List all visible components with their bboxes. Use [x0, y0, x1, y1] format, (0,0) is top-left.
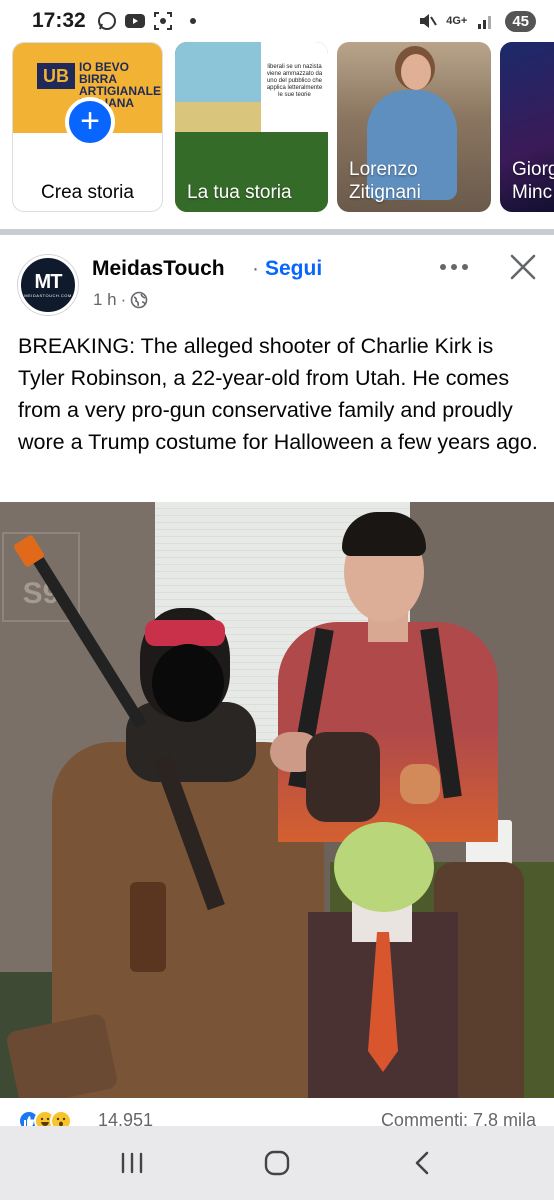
status-time: 17:32: [32, 9, 86, 32]
create-story-card[interactable]: UB IO BEVO BIRRA ARTIGIANALE ITALIANA + …: [12, 42, 163, 212]
follow-button[interactable]: · Segui: [252, 257, 322, 281]
back-icon[interactable]: [402, 1143, 442, 1183]
author-avatar[interactable]: MT MEIDASTOUCH.COM: [18, 255, 78, 315]
story-lorenzo-label: Lorenzo Zitignani: [349, 159, 421, 203]
more-notifications-dot: [189, 18, 196, 24]
whatsapp-icon: [96, 11, 118, 31]
story-thumbnail-note: liberali se un nazista viene ammazzato d…: [261, 42, 328, 132]
story-giorg-label: Giorg Minc: [512, 159, 554, 203]
battery-level: 45: [505, 10, 536, 32]
add-story-button[interactable]: +: [65, 97, 115, 147]
feed-divider: [0, 229, 554, 235]
photo-face-blur: [152, 644, 224, 722]
post-author-name[interactable]: MeidasTouch: [92, 257, 225, 281]
screenshot-icon: [152, 11, 174, 31]
post-meta: 1 h ·: [93, 290, 148, 310]
story-thumbnail-sand: [175, 102, 261, 132]
story-card-giorg[interactable]: Giorg Minc: [500, 42, 554, 212]
youtube-icon: [124, 11, 146, 31]
story-person-face: [401, 54, 431, 90]
ub-logo: UB: [37, 63, 75, 89]
story-card-lorenzo[interactable]: Lorenzo Zitignani: [337, 42, 491, 212]
system-nav-bar: [0, 1126, 554, 1200]
recent-apps-icon[interactable]: [112, 1143, 152, 1183]
photo-person-left-goggles: [145, 620, 225, 646]
post-photo[interactable]: S9: [0, 502, 554, 1098]
network-type: 4G+: [446, 15, 468, 27]
close-icon[interactable]: [508, 252, 538, 282]
globe-icon: [130, 291, 148, 309]
system-status: 4G+ 45: [416, 10, 536, 32]
my-story-label: La tua storia: [187, 182, 292, 203]
avatar-logo-subtext: MEIDASTOUCH.COM: [24, 293, 72, 298]
photo-person-right-fist: [400, 764, 440, 804]
post-text: BREAKING: The alleged shooter of Charlie…: [18, 334, 538, 454]
my-story-card[interactable]: liberali se un nazista viene ammazzato d…: [175, 42, 328, 212]
create-story-label: Crea storia: [41, 182, 134, 203]
status-bar: 17:32 4G+ 45: [0, 0, 554, 42]
stories-tray: UB IO BEVO BIRRA ARTIGIANALE ITALIANA + …: [0, 42, 554, 222]
photo-costume-head: [334, 822, 434, 912]
post-meta-separator: ·: [120, 290, 127, 309]
post-header: MT MEIDASTOUCH.COM MeidasTouch · Segui 1 …: [0, 240, 554, 320]
follow-label: Segui: [265, 257, 323, 280]
signal-icon: [475, 11, 497, 31]
notification-icons: [96, 11, 196, 31]
mute-icon: [416, 11, 438, 31]
reactions-bar: 14.951 Commenti: 7,8 mila: [0, 1098, 554, 1132]
home-icon[interactable]: [257, 1143, 297, 1183]
avatar-logo-text: MT: [34, 271, 63, 293]
more-options-icon[interactable]: [440, 258, 472, 276]
photo-costume-dark-part: [306, 732, 380, 822]
post-time[interactable]: 1 h: [93, 290, 117, 310]
photo-person-left-holster: [130, 882, 166, 972]
follow-separator: ·: [252, 257, 259, 280]
